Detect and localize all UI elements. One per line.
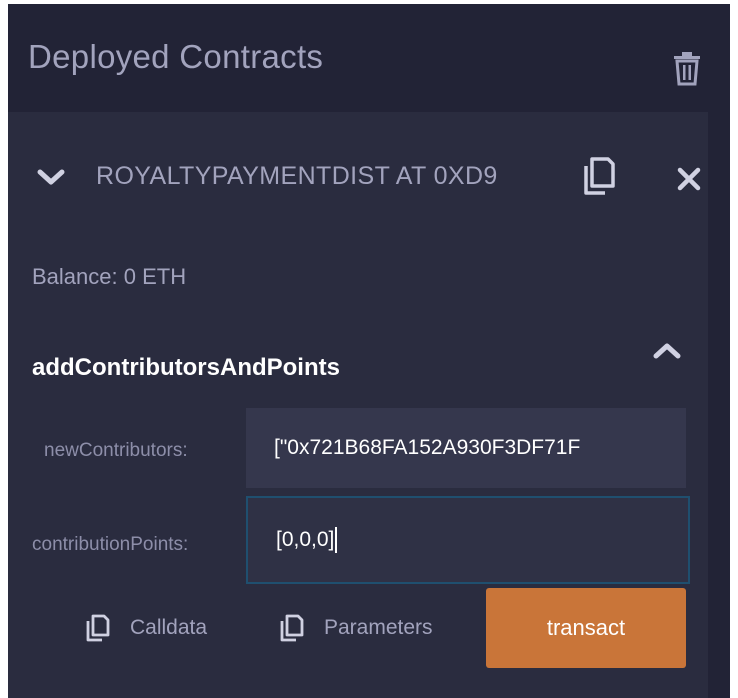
panel-header: Deployed Contracts xyxy=(8,4,730,112)
copy-icon xyxy=(280,614,304,642)
deployed-contracts-panel: Deployed Contracts ROYALTYPAYMENTDIST AT… xyxy=(8,4,730,698)
parameters-label: Parameters xyxy=(324,616,433,639)
text-cursor xyxy=(335,527,338,553)
contract-name[interactable]: ROYALTYPAYMENTDIST AT 0XD9 xyxy=(96,162,498,191)
transact-button[interactable]: transact xyxy=(486,588,686,668)
copy-icon xyxy=(86,614,110,642)
trash-icon[interactable] xyxy=(672,52,702,86)
contract-card: ROYALTYPAYMENTDIST AT 0XD9 Balance: 0 ET… xyxy=(8,112,708,698)
function-name: addContributorsAndPoints xyxy=(32,354,340,381)
param-label-contribution-points: contributionPoints: xyxy=(32,534,189,555)
copy-icon[interactable] xyxy=(582,156,616,196)
contract-title-row: ROYALTYPAYMENTDIST AT 0XD9 xyxy=(8,112,730,232)
close-icon[interactable] xyxy=(676,166,702,192)
calldata-button[interactable]: Calldata xyxy=(86,614,207,642)
panel-title: Deployed Contracts xyxy=(28,38,324,75)
calldata-label: Calldata xyxy=(130,616,208,639)
chevron-up-icon[interactable] xyxy=(652,340,682,360)
new-contributors-value: ["0x721B68FA152A930F3DF71F xyxy=(274,436,581,459)
contract-balance: Balance: 0 ETH xyxy=(32,264,187,289)
chevron-down-icon[interactable] xyxy=(36,168,66,188)
contribution-points-value: [0,0,0] xyxy=(276,528,335,551)
new-contributors-input[interactable]: ["0x721B68FA152A930F3DF71F xyxy=(246,408,686,488)
parameters-button[interactable]: Parameters xyxy=(280,614,433,642)
param-label-new-contributors: newContributors: xyxy=(44,440,188,461)
contribution-points-input[interactable]: [0,0,0] xyxy=(246,496,690,584)
